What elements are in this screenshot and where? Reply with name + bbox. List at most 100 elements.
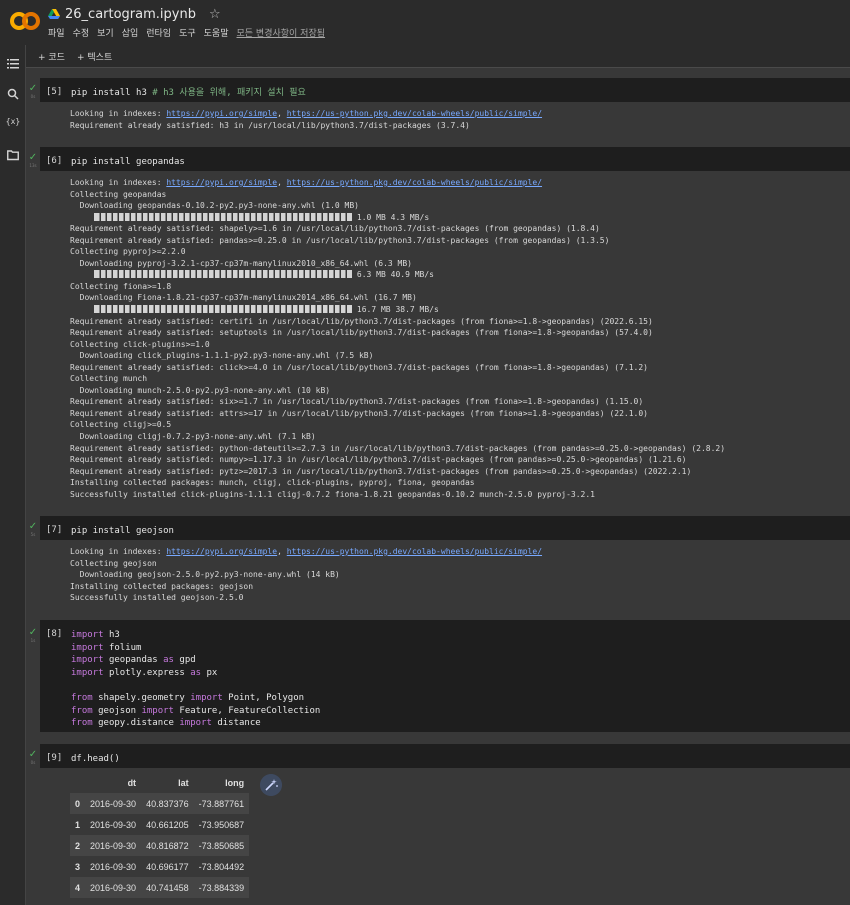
table-cell: 40.741458 — [146, 882, 189, 893]
menu-help[interactable]: 도움말 — [204, 26, 229, 39]
execution-count: [8] — [46, 629, 63, 639]
add-code-button[interactable]: + 코드 — [38, 50, 65, 63]
row-index: 1 — [75, 819, 81, 830]
column-header: long — [225, 777, 245, 788]
code-cell[interactable]: [8] import h3 import folium import geopand… — [40, 620, 850, 732]
dataframe-table: dt lat long 0 2016-09-30 40.837376 -73.887761… — [70, 772, 250, 898]
code-line[interactable]: df.head() — [71, 753, 120, 766]
table-row: 3 2016-09-30 40.696177 -73.804492 — [70, 856, 249, 877]
row-index: 3 — [75, 861, 81, 872]
table-cell: 40.837376 — [146, 798, 189, 809]
check-icon: ✓ — [28, 627, 38, 638]
menu-insert[interactable]: 삽입 — [122, 26, 139, 39]
table-cell: -73.887761 — [198, 798, 245, 809]
menu-bar: 파일 수정 보기 삽입 런타임 도구 도움말 모든 변경사항이 저장됨 — [48, 26, 333, 39]
execution-count: [6] — [46, 156, 63, 166]
code-cell[interactable]: [5] pip install h3 # h3 사용을 위해, 패키지 설치 필… — [40, 78, 850, 102]
code-line: from shapely.geometry import Point, Poly… — [71, 692, 305, 703]
code-line: import folium — [71, 642, 142, 653]
table-cell: 2016-09-30 — [90, 861, 137, 872]
code-line: import geopandas as gpd — [71, 655, 196, 666]
table-cell: 2016-09-30 — [90, 840, 137, 851]
cell-status[interactable]: ✓ 1s — [26, 627, 40, 644]
menu-tools[interactable]: 도구 — [179, 26, 196, 39]
pypi-link[interactable]: https://pypi.org/simple — [166, 178, 277, 187]
table-row: 2 2016-09-30 40.816872 -73.850685 — [70, 835, 250, 856]
left-sidebar: {x} — [0, 45, 26, 905]
check-icon: ✓ — [28, 83, 38, 94]
table-header-row: dt lat long — [70, 772, 249, 793]
code-cell[interactable]: [9] df.head() — [40, 744, 850, 768]
row-index: 0 — [75, 798, 81, 809]
table-cell: 40.661205 — [146, 819, 189, 830]
code-cell[interactable]: [6] pip install geopandas — [40, 147, 850, 171]
table-row: 1 2016-09-30 40.661205 -73.950687 — [70, 814, 249, 835]
code-line: import plotly.express as px — [71, 667, 218, 678]
table-cell: 40.816872 — [146, 840, 189, 851]
progress-bar — [94, 270, 353, 279]
magic-wand-icon[interactable] — [260, 774, 282, 796]
app-header: 26_cartogram.ipynb ☆ 파일 수정 보기 삽입 런타임 도구 … — [0, 0, 850, 44]
pypi-link[interactable]: https://pypi.org/simple — [166, 109, 277, 118]
execution-count: [5] — [46, 87, 63, 97]
table-row: 4 2016-09-30 40.741458 -73.884339 — [70, 877, 250, 898]
drive-icon[interactable] — [48, 9, 60, 19]
cell-output: Looking in indexes: https://pypi.org/sim… — [40, 543, 850, 607]
notebook-title[interactable]: 26_cartogram.ipynb — [65, 7, 196, 22]
cell-status[interactable]: ✓ 0s — [26, 83, 40, 100]
save-status[interactable]: 모든 변경사항이 저장됨 — [237, 26, 326, 39]
search-icon[interactable] — [7, 88, 19, 100]
progress-bar — [94, 212, 353, 221]
check-icon: ✓ — [28, 152, 38, 163]
cell-output: Looking in indexes: https://pypi.org/sim… — [40, 105, 850, 135]
star-icon[interactable]: ☆ — [209, 7, 221, 22]
colab-logo-icon[interactable] — [10, 10, 40, 32]
add-text-button[interactable]: + 텍스트 — [77, 50, 112, 63]
variables-icon[interactable]: {x} — [5, 117, 21, 129]
menu-view[interactable]: 보기 — [97, 26, 114, 39]
code-comment: # h3 사용을 위해, 패키지 설치 필요 — [152, 88, 306, 98]
table-cell: -73.850685 — [198, 840, 245, 851]
table-cell: 2016-09-30 — [90, 882, 137, 893]
cell-status[interactable]: ✓ 5s — [26, 522, 40, 538]
colab-wheels-link[interactable]: https://us-python.pkg.dev/colab-wheels/p… — [287, 109, 542, 118]
column-header: dt — [127, 777, 137, 788]
table-cell: 40.696177 — [146, 861, 189, 872]
code-cell[interactable]: [7] pip install geojson — [40, 516, 850, 540]
execution-count: [7] — [46, 525, 63, 535]
code-line: from geojson import Feature, FeatureColl… — [71, 705, 321, 716]
table-cell: -73.884339 — [198, 882, 245, 893]
output-text: Looking in indexes: https://pypi.org/sim… — [70, 109, 543, 130]
menu-file[interactable]: 파일 — [48, 26, 65, 39]
colab-wheels-link[interactable]: https://us-python.pkg.dev/colab-wheels/p… — [287, 178, 542, 187]
code-line[interactable]: pip install geojson — [71, 525, 174, 538]
code-line: from geopy.distance import distance — [71, 718, 261, 729]
cell-status[interactable]: ✓ 13s — [26, 152, 40, 169]
code-line: import h3 — [71, 630, 120, 640]
code-line[interactable]: pip install geopandas — [71, 156, 185, 169]
code-line[interactable]: pip install h3 # h3 사용을 위해, 패키지 설치 필요 — [71, 87, 306, 100]
table-row: 0 2016-09-30 40.837376 -73.887761 — [70, 793, 250, 814]
table-cell: 2016-09-30 — [90, 798, 137, 809]
code-block[interactable]: import h3 import folium import geopandas a… — [71, 629, 320, 730]
check-icon: ✓ — [28, 749, 38, 760]
column-header — [70, 772, 85, 793]
cell-status[interactable]: ✓ 0s — [26, 749, 40, 766]
pypi-link[interactable]: https://pypi.org/simple — [166, 547, 277, 556]
row-index: 4 — [75, 882, 81, 893]
menu-runtime[interactable]: 런타임 — [146, 26, 171, 39]
output-text: Looking in indexes: https://pypi.org/sim… — [70, 178, 726, 499]
folder-icon[interactable] — [7, 149, 19, 161]
table-cell: -73.950687 — [198, 819, 245, 830]
table-cell: -73.804492 — [198, 861, 245, 872]
column-header: lat — [178, 777, 189, 788]
cell-output: Looking in indexes: https://pypi.org/sim… — [40, 174, 850, 504]
toc-icon[interactable] — [7, 58, 19, 70]
menu-edit[interactable]: 수정 — [73, 26, 90, 39]
output-text: Looking in indexes: https://pypi.org/sim… — [70, 547, 543, 603]
execution-count: [9] — [46, 753, 63, 763]
row-index: 2 — [75, 840, 81, 851]
table-cell: 2016-09-30 — [90, 819, 137, 830]
progress-bar — [94, 305, 353, 314]
colab-wheels-link[interactable]: https://us-python.pkg.dev/colab-wheels/p… — [287, 547, 542, 556]
